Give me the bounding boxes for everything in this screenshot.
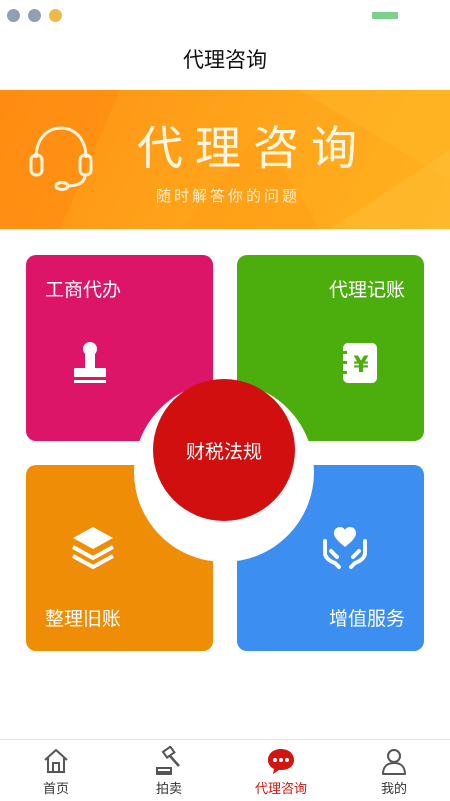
service-label: 整理旧账 — [45, 608, 122, 630]
service-label: 工商代办 — [45, 279, 122, 301]
notification-icon — [49, 9, 62, 22]
status-bar — [0, 0, 450, 32]
service-grid: 工商代办 代理记账 ¥ 整理旧账 增值服务 财税法规 — [0, 229, 450, 669]
stamp-icon — [74, 342, 106, 383]
tax-regulations-button[interactable]: 财税法规 — [153, 379, 295, 521]
tab-label: 首页 — [42, 782, 69, 797]
notification-icon — [28, 9, 41, 22]
tab-profile[interactable]: 我的 — [338, 740, 450, 801]
heart-hands-icon — [323, 527, 367, 569]
user-icon — [382, 749, 406, 775]
battery-icon — [372, 12, 398, 19]
ledger-yen-icon: ¥ — [339, 343, 377, 383]
tax-regulations-label: 财税法规 — [185, 440, 262, 463]
tab-label: 拍卖 — [155, 782, 182, 797]
notification-icon — [7, 9, 20, 22]
auction-gavel-icon — [156, 746, 180, 775]
tab-auction[interactable]: 拍卖 — [113, 740, 225, 801]
headset-icon — [29, 126, 93, 191]
tab-label: 我的 — [380, 782, 407, 797]
bottom-tab-bar: 首页 拍卖 代理咨询 我的 — [0, 739, 450, 801]
banner-title: 代理咨询 — [137, 121, 369, 175]
chat-bubble-icon — [268, 749, 294, 774]
service-label: 代理记账 — [328, 279, 405, 301]
tab-label: 代理咨询 — [254, 782, 307, 797]
home-icon — [44, 749, 68, 773]
page-title: 代理咨询 — [183, 48, 267, 72]
service-label: 增值服务 — [328, 608, 405, 630]
consult-banner: 代理咨询 随时解答你的问题 — [0, 90, 450, 229]
banner-subtitle: 随时解答你的问题 — [156, 187, 301, 205]
tab-consult[interactable]: 代理咨询 — [225, 740, 337, 801]
svg-text:¥: ¥ — [353, 353, 369, 378]
navigation-bar: 代理咨询 — [0, 32, 450, 88]
tab-home[interactable]: 首页 — [0, 740, 112, 801]
layers-icon — [72, 527, 114, 570]
